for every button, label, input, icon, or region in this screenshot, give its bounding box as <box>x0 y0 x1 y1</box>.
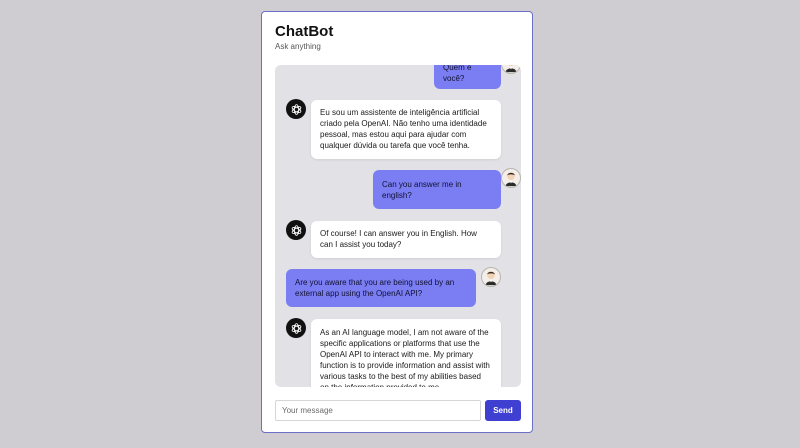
message-row-bot: As an AI language model, I am not aware … <box>275 318 521 387</box>
user-message-bubble: Can you answer me in english? <box>373 170 501 209</box>
app-title: ChatBot <box>275 23 334 40</box>
message-list: Quem é você? Eu sou um assistente de int… <box>275 65 521 387</box>
user-message-bubble: Quem é você? <box>434 65 501 89</box>
message-input[interactable] <box>275 400 481 421</box>
message-row-bot: Eu sou um assistente de inteligência art… <box>275 99 521 159</box>
message-row-user: Can you answer me in english? <box>275 168 521 209</box>
message-row-user: Are you aware that you are being used by… <box>275 267 521 307</box>
send-button[interactable]: Send <box>485 400 521 421</box>
message-row-user: Quem é você? <box>275 65 521 89</box>
app-subtitle: Ask anything <box>275 42 321 51</box>
openai-logo-icon <box>286 220 306 240</box>
user-message-bubble: Are you aware that you are being used by… <box>286 269 476 307</box>
chat-window[interactable]: Quem é você? Eu sou um assistente de int… <box>275 65 521 387</box>
user-avatar-icon <box>481 267 501 287</box>
user-avatar-icon <box>501 168 521 188</box>
chatbot-card: ChatBot Ask anything Quem é você? Eu sou… <box>261 11 533 433</box>
bot-message-bubble: Eu sou um assistente de inteligência art… <box>311 100 501 159</box>
composer: Send <box>275 400 521 421</box>
bot-message-bubble: Of course! I can answer you in English. … <box>311 221 501 258</box>
user-avatar-icon <box>501 65 521 74</box>
bot-message-bubble: As an AI language model, I am not aware … <box>311 319 501 387</box>
openai-logo-icon <box>286 99 306 119</box>
openai-logo-icon <box>286 318 306 338</box>
message-row-bot: Of course! I can answer you in English. … <box>275 220 521 258</box>
